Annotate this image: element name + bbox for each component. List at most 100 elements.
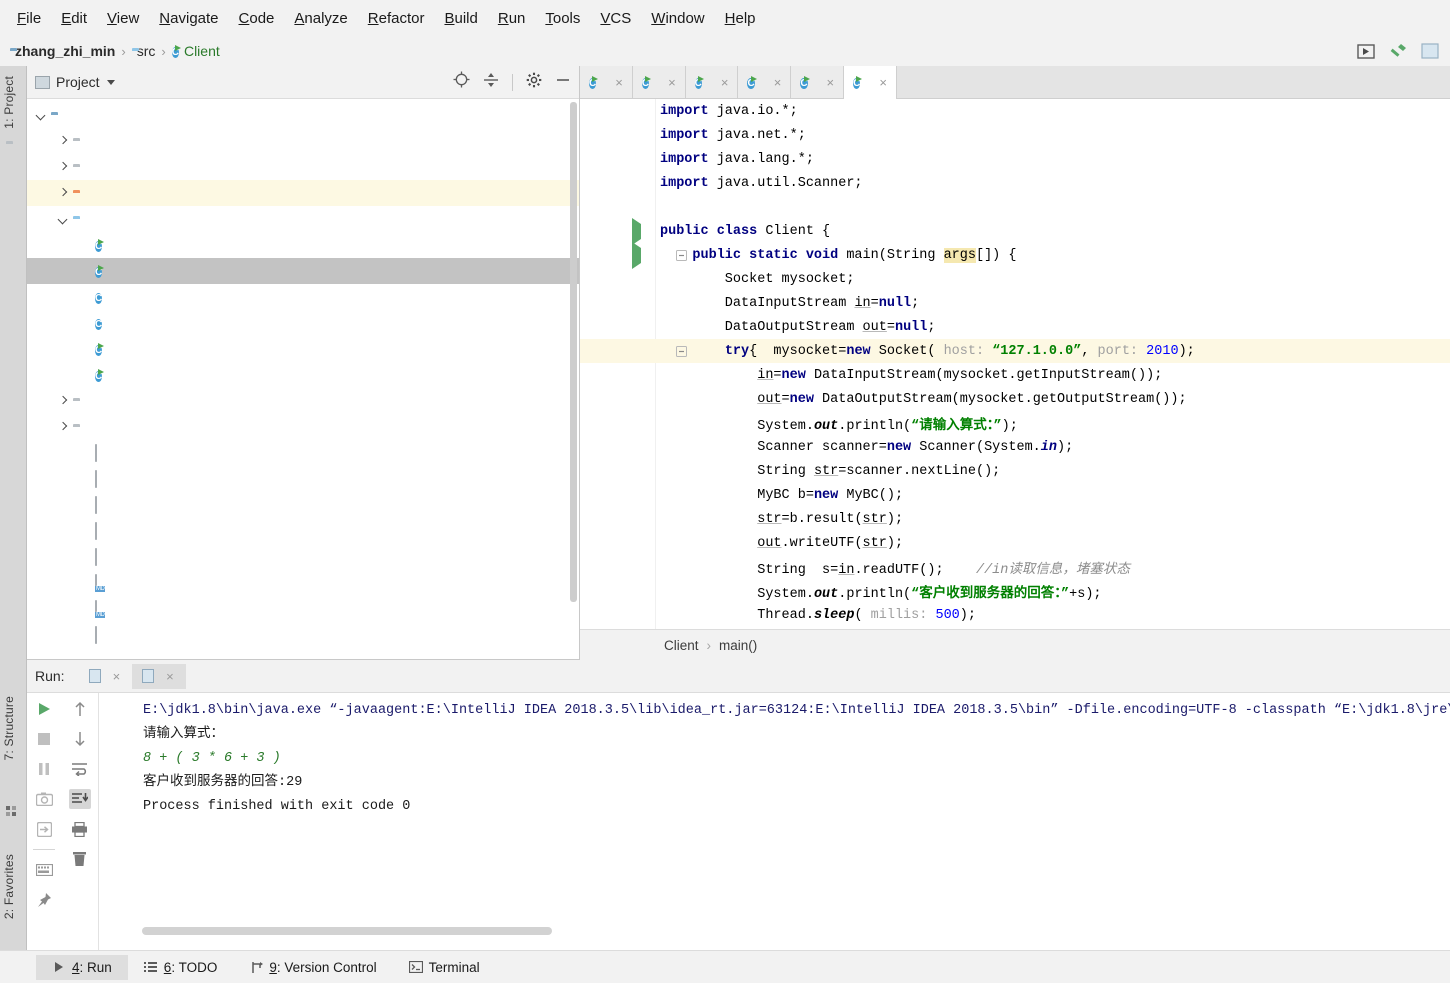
breadcrumb-project[interactable]: zhang_zhi_min (15, 43, 115, 59)
menu-item-analyze[interactable]: Analyze (285, 7, 356, 30)
code-line[interactable]: Scanner scanner=new Scanner(System.in); (580, 435, 1450, 459)
pin-icon[interactable] (33, 890, 55, 910)
code-line[interactable]: try{ mysocket=new Socket( host: “127.1.0… (580, 339, 1450, 363)
editor-tab-mydctest[interactable]: C × (580, 66, 633, 98)
stop-icon[interactable] (33, 729, 55, 749)
code-line[interactable]: str=b.result(str); (580, 507, 1450, 531)
editor-breadcrumb-class[interactable]: Client (664, 638, 699, 653)
menu-item-edit[interactable]: Edit (52, 7, 96, 30)
arrow-up-icon[interactable] (69, 699, 91, 719)
print-icon[interactable] (69, 819, 91, 839)
status-bar-item-versioncontrol[interactable]: 9: Version Control (233, 955, 392, 980)
tree-node-readme.en.md[interactable] (27, 570, 579, 596)
locate-file-icon[interactable] (453, 71, 470, 93)
tree-node-java[interactable] (27, 414, 579, 440)
project-scrollbar[interactable] (569, 102, 578, 650)
code-editor[interactable]: import java.io.*; import java.net.*; impor… (580, 99, 1450, 629)
chevron-right-icon[interactable] (57, 187, 70, 200)
menu-item-run[interactable]: Run (489, 7, 535, 30)
editor-tab-mydc[interactable]: C × (632, 66, 686, 98)
code-line[interactable]: String str=scanner.nextLine(); (580, 459, 1450, 483)
tree-node-.idea[interactable] (27, 128, 579, 154)
close-icon[interactable]: × (879, 75, 887, 90)
soft-wrap-icon[interactable] (69, 759, 91, 779)
menu-item-vcs[interactable]: VCS (591, 7, 640, 30)
code-line[interactable]: MyBC b=new MyBC(); (580, 483, 1450, 507)
code-line[interactable]: import java.net.*; (580, 123, 1450, 147)
tree-node-src[interactable] (27, 206, 579, 232)
code-line[interactable]: public static void main(String args[]) { (580, 242, 1450, 269)
camera-icon[interactable] (33, 789, 55, 809)
code-line[interactable] (580, 195, 1450, 219)
code-line[interactable]: System.out.println(“请输入算式：”); (580, 411, 1450, 435)
code-line[interactable]: out.writeUTF(str); (580, 531, 1450, 555)
code-line[interactable]: DataOutputStream out=null; (580, 315, 1450, 339)
tree-node-out[interactable] (27, 180, 579, 206)
tree-node-000.sh[interactable] (27, 466, 579, 492)
code-line[interactable]: DataInputStream in=null; (580, 291, 1450, 315)
menu-item-help[interactable]: Help (716, 7, 765, 30)
code-fold-icon[interactable] (676, 346, 687, 357)
menu-item-refactor[interactable]: Refactor (359, 7, 434, 30)
collapse-all-icon[interactable] (483, 72, 499, 93)
editor-tab-mybc[interactable]: C × (685, 66, 739, 98)
editor-tab-caculate[interactable]: C × (738, 66, 792, 98)
chevron-right-icon[interactable] (57, 135, 70, 148)
code-fold-icon[interactable] (676, 250, 687, 261)
code-line[interactable]: Thread.sleep( millis: 500); (580, 603, 1450, 627)
pause-icon[interactable] (33, 759, 55, 779)
code-line[interactable]: public class Client { (580, 218, 1450, 245)
run-configuration-icon[interactable] (1356, 42, 1376, 60)
scroll-to-end-icon[interactable] (68, 789, 91, 809)
chevron-right-icon[interactable] (57, 421, 70, 434)
code-line[interactable]: import java.io.*; (580, 99, 1450, 123)
chevron-right-icon[interactable] (57, 395, 70, 408)
console-output[interactable]: E:\jdk1.8\bin\java.exe “-javaagent:E:\In… (101, 693, 1450, 950)
chevron-down-icon[interactable] (106, 79, 115, 85)
project-scrollbar-thumb[interactable] (570, 102, 577, 602)
code-lines[interactable]: import java.io.*; import java.net.*; impor… (580, 99, 1450, 629)
close-icon[interactable]: × (113, 669, 121, 684)
close-icon[interactable]: × (721, 75, 729, 90)
tree-node-caculate[interactable]: C (27, 232, 579, 258)
editor-tab-client[interactable]: C × (844, 66, 897, 99)
breadcrumb-folder[interactable]: src (137, 43, 156, 59)
tree-node-readme.md[interactable] (27, 596, 579, 622)
run-gutter-icon[interactable] (632, 218, 646, 245)
trash-icon[interactable] (69, 849, 91, 869)
tree-node-server[interactable]: C (27, 362, 579, 388)
close-icon[interactable]: × (615, 75, 623, 90)
code-line[interactable]: import java.util.Scanner; (580, 171, 1450, 195)
code-line[interactable]: Socket mysocket; (580, 267, 1450, 291)
menu-item-code[interactable]: Code (230, 7, 284, 30)
tree-node-zhang_zhi_min[interactable] (27, 102, 579, 128)
export-icon[interactable] (33, 819, 55, 839)
close-icon[interactable]: × (668, 75, 676, 90)
sidebar-item-project[interactable]: 1: Project (2, 76, 16, 129)
menu-item-navigate[interactable]: Navigate (150, 7, 227, 30)
rerun-icon[interactable] (33, 699, 55, 719)
tree-node-mybc[interactable]: C (27, 284, 579, 310)
code-line[interactable]: String s=in.readUTF(); //in读取信息，堵塞状态 (580, 555, 1450, 579)
console-horizontal-scrollbar[interactable] (137, 926, 1450, 936)
code-line[interactable]: out=new DataOutputStream(mysocket.getOut… (580, 387, 1450, 411)
project-tree[interactable]: C C C C C C (27, 99, 579, 659)
minimize-icon[interactable] (555, 72, 571, 93)
tree-node-client[interactable]: C (27, 258, 579, 284)
editor-tab-server[interactable]: C × (791, 66, 845, 98)
keyboard-icon[interactable] (33, 860, 55, 880)
tree-node-mydctest[interactable]: C (27, 336, 579, 362)
tree-node-docs[interactable] (27, 154, 579, 180)
status-bar-item-run[interactable]: 4: Run (36, 954, 128, 980)
run-gutter-icon[interactable] (632, 242, 646, 269)
panel-toggle-icon[interactable] (1420, 42, 1440, 60)
status-bar-item-todo[interactable]: 6: TODO (128, 955, 234, 980)
menu-item-tools[interactable]: Tools (536, 7, 589, 30)
code-line[interactable]: System.out.println(“客户收到服务器的回答：”+s); (580, 579, 1450, 603)
tree-node-mydc[interactable]: C (27, 310, 579, 336)
status-bar-item-terminal[interactable]: Terminal (393, 955, 496, 980)
sidebar-item-favorites[interactable]: 2: Favorites (2, 854, 16, 919)
tree-node-.gitignore[interactable] (27, 440, 579, 466)
close-icon[interactable]: × (774, 75, 782, 90)
chevron-right-icon[interactable] (57, 161, 70, 174)
